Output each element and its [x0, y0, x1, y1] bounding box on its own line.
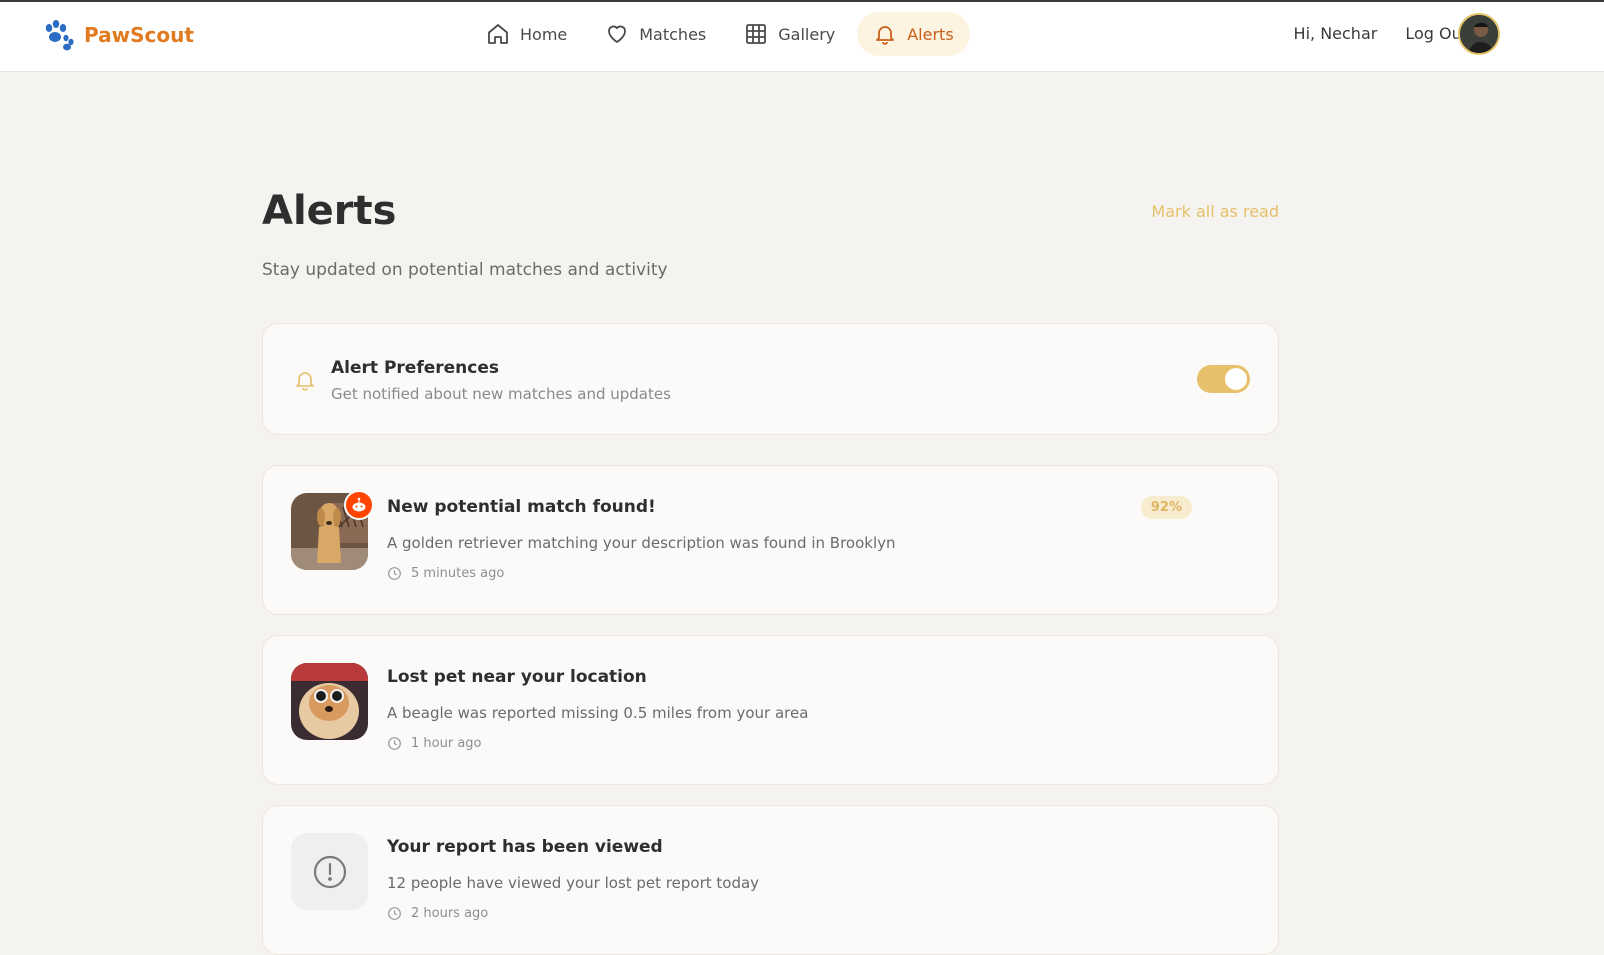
reddit-source-icon: [344, 490, 374, 520]
nav-gallery-label: Gallery: [778, 24, 836, 44]
paw-icon: [45, 20, 74, 51]
user-menu: Hi, Nechar Log Out: [1266, 24, 1468, 43]
preferences-description: Get notified about new matches and updat…: [331, 385, 671, 403]
alert-time-text: 1 hour ago: [411, 736, 482, 751]
alert-time-text: 2 hours ago: [411, 906, 489, 921]
alert-time-text: 5 minutes ago: [411, 566, 505, 581]
nav-alerts-label: Alerts: [907, 24, 954, 44]
alert-timestamp: 5 minutes ago: [387, 566, 504, 581]
brand-name: PawScout: [84, 23, 194, 47]
top-navbar: PawScout Home Matches Gallery Alerts Hi,…: [0, 2, 1604, 72]
info-alert-icon: [313, 855, 346, 888]
alert-description: A golden retriever matching your descrip…: [387, 534, 896, 552]
main-nav: Home Matches Gallery Alerts: [470, 12, 976, 56]
nav-home-label: Home: [520, 24, 568, 44]
nav-home[interactable]: Home: [470, 12, 583, 56]
clock-icon: [388, 567, 401, 580]
heart-icon: [608, 25, 627, 43]
page-subtitle: Stay updated on potential matches and ac…: [262, 260, 668, 280]
page-title: Alerts: [262, 188, 397, 234]
alert-item[interactable]: Lost pet near your location A beagle was…: [262, 635, 1279, 785]
match-percentage-badge: 92%: [1140, 496, 1192, 519]
alert-description: A beagle was reported missing 0.5 miles …: [387, 704, 809, 722]
clock-icon: [388, 737, 401, 750]
user-photo: [1460, 15, 1498, 53]
bell-icon: [296, 372, 314, 391]
dog-with-sunglasses-photo: [291, 663, 368, 740]
alert-description: 12 people have viewed your lost pet repo…: [387, 874, 760, 892]
alert-title: New potential match found!: [387, 497, 656, 517]
alerts-toggle[interactable]: [1197, 365, 1250, 393]
alert-title: Lost pet near your location: [387, 667, 647, 687]
alert-item[interactable]: New potential match found! A golden retr…: [262, 465, 1279, 615]
alert-pet-photo: [291, 663, 368, 740]
alert-item[interactable]: Your report has been viewed 12 people ha…: [262, 805, 1279, 955]
nav-matches-label: Matches: [639, 24, 707, 44]
nav-alerts[interactable]: Alerts: [857, 12, 970, 56]
clock-icon: [388, 907, 401, 920]
greeting-text: Hi, Nechar: [1293, 24, 1378, 43]
preferences-title: Alert Preferences: [331, 358, 499, 378]
grid-icon: [746, 24, 767, 44]
alert-preferences-card: Alert Preferences Get notified about new…: [262, 323, 1279, 435]
bell-icon: [876, 26, 895, 45]
alert-title: Your report has been viewed: [387, 837, 663, 857]
reddit-logo: [352, 497, 366, 512]
nav-matches[interactable]: Matches: [589, 12, 722, 56]
toggle-knob: [1225, 368, 1247, 390]
brand-logo[interactable]: PawScout: [41, 18, 194, 52]
user-avatar[interactable]: [1458, 13, 1500, 55]
alert-info-thumbnail: [291, 833, 368, 910]
mark-all-read-button[interactable]: Mark all as read: [1151, 202, 1279, 221]
home-icon: [488, 24, 508, 44]
alert-timestamp: 1 hour ago: [387, 736, 481, 751]
nav-gallery[interactable]: Gallery: [728, 12, 851, 56]
alert-timestamp: 2 hours ago: [387, 906, 488, 921]
